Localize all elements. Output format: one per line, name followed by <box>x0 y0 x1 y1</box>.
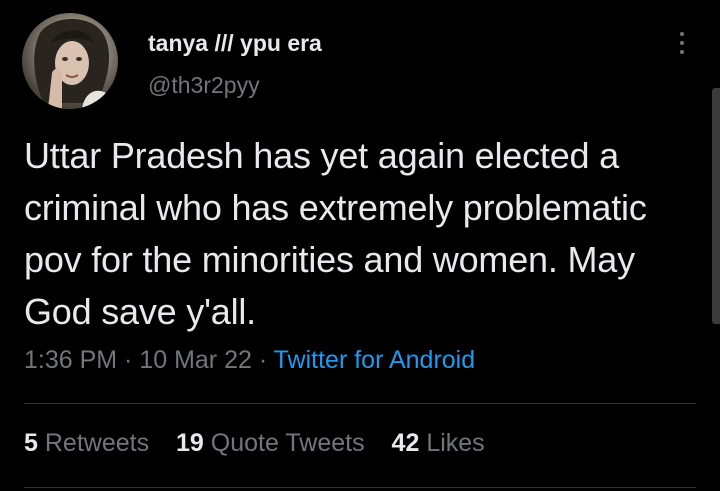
retweets-stat[interactable]: 5 Retweets <box>24 429 149 457</box>
more-vertical-icon <box>680 32 684 36</box>
likes-label: Likes <box>426 429 485 457</box>
more-vertical-icon-dot <box>680 41 684 45</box>
avatar[interactable] <box>22 13 118 109</box>
meta-separator: · <box>117 346 140 374</box>
meta-separator: · <box>251 346 274 374</box>
avatar-photo <box>34 19 112 109</box>
more-vertical-icon-dot <box>680 50 684 54</box>
quote-tweets-count: 19 <box>176 429 204 457</box>
tweet-source-link[interactable]: Twitter for Android <box>274 346 475 374</box>
scrollbar[interactable] <box>712 88 720 324</box>
divider <box>24 487 696 488</box>
more-options-button[interactable] <box>668 26 696 60</box>
tweet-time[interactable]: 1:36 PM <box>24 346 117 374</box>
tweet-stats: 5 Retweets 19 Quote Tweets 42 Likes <box>24 429 505 458</box>
author-handle[interactable]: @th3r2pyy <box>148 72 260 99</box>
divider <box>24 403 696 404</box>
retweets-count: 5 <box>24 429 38 457</box>
author-display-name[interactable]: tanya /// ypu era <box>148 30 322 57</box>
quote-tweets-stat[interactable]: 19 Quote Tweets <box>176 429 365 457</box>
quote-tweets-label: Quote Tweets <box>210 429 365 457</box>
tweet-detail: tanya /// ypu era @th3r2pyy Uttar Prades… <box>0 0 720 491</box>
tweet-meta: 1:36 PM · 10 Mar 22 · Twitter for Androi… <box>24 346 475 375</box>
likes-stat[interactable]: 42 Likes <box>392 429 485 457</box>
tweet-text: Uttar Pradesh has yet again elected a cr… <box>24 135 647 332</box>
tweet-date[interactable]: 10 Mar 22 <box>139 346 252 374</box>
retweets-label: Retweets <box>44 429 150 457</box>
likes-count: 42 <box>391 429 420 457</box>
